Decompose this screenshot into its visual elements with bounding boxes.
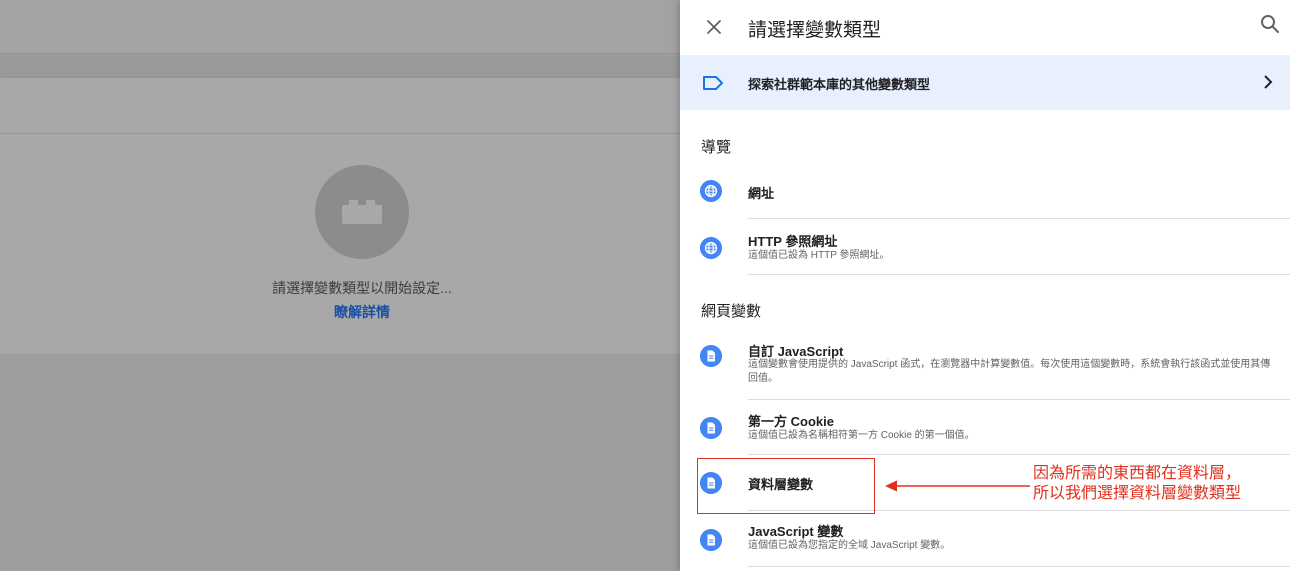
community-gallery-link[interactable]: 探索社群範本庫的其他變數類型 — [680, 55, 1290, 110]
globe-icon — [700, 180, 722, 202]
document-icon — [700, 345, 722, 367]
learn-more-link[interactable]: 瞭解詳情 — [0, 302, 724, 322]
card-header — [0, 78, 680, 134]
panel-title: 請選擇變數類型 — [748, 20, 882, 41]
item-title: HTTP 參照網址 — [748, 234, 838, 249]
close-icon[interactable] — [702, 15, 726, 39]
annotation-text: 因為所需的東西都在資料層， 所以我們選擇資料層變數類型 — [1033, 464, 1241, 504]
item-description: 這個值已設為您指定的全域 JavaScript 變數。 — [748, 540, 951, 551]
item-title: 網址 — [748, 186, 775, 201]
divider — [748, 566, 1290, 567]
chevron-right-icon — [1264, 75, 1273, 89]
annotation-line-2: 所以我們選擇資料層變數類型 — [1033, 485, 1242, 502]
item-description: 這個值已設為名稱相符第一方 Cookie 的第一個值。 — [748, 430, 975, 441]
brick-icon — [342, 200, 382, 224]
divider — [748, 218, 1290, 219]
document-icon — [700, 529, 722, 551]
item-title: JavaScript 變數 — [748, 524, 844, 539]
item-description: 這個變數會使用提供的 JavaScript 函式，在瀏覽器中計算變數值。每次使用… — [748, 359, 1271, 384]
section-title-page-variables: 網頁變數 — [701, 303, 762, 320]
variable-type-javascript-variable[interactable]: JavaScript 變數 這個值已設為您指定的全域 JavaScript 變數… — [680, 516, 1290, 566]
tag-icon — [703, 76, 723, 90]
panel-header: 請選擇變數類型 — [680, 0, 1290, 54]
document-icon — [700, 417, 722, 439]
item-description: 這個值已設為 HTTP 參照網址。 — [748, 250, 890, 261]
search-icon[interactable] — [1258, 12, 1282, 36]
divider — [748, 399, 1290, 400]
annotation-arrow-icon — [885, 480, 1030, 492]
variable-type-placeholder[interactable] — [315, 165, 409, 259]
background-strip — [0, 55, 680, 78]
choose-type-message: 請選擇變數類型以開始設定... — [272, 280, 452, 296]
divider — [748, 274, 1290, 275]
section-title-navigation: 導覽 — [701, 139, 732, 156]
variable-config-card: 請選擇變數類型以開始設定... 瞭解詳情 — [0, 78, 680, 354]
background-lower — [0, 354, 680, 571]
globe-icon — [700, 237, 722, 259]
variable-type-http-referrer[interactable]: HTTP 參照網址 這個值已設為 HTTP 參照網址。 — [680, 224, 1290, 274]
variable-type-url[interactable]: 網址 — [680, 176, 1290, 218]
community-gallery-label: 探索社群範本庫的其他變數類型 — [748, 77, 931, 92]
background-top-bar — [0, 0, 680, 54]
item-title: 第一方 Cookie — [748, 414, 834, 429]
annotation-highlight-box — [697, 458, 875, 514]
divider — [748, 454, 1290, 455]
annotation-line-1: 因為所需的東西都在資料層， — [1033, 465, 1242, 482]
variable-type-first-party-cookie[interactable]: 第一方 Cookie 這個值已設為名稱相符第一方 Cookie 的第一個值。 — [680, 404, 1290, 454]
variable-type-custom-javascript[interactable]: 自訂 JavaScript 這個變數會使用提供的 JavaScript 函式，在… — [680, 336, 1290, 398]
